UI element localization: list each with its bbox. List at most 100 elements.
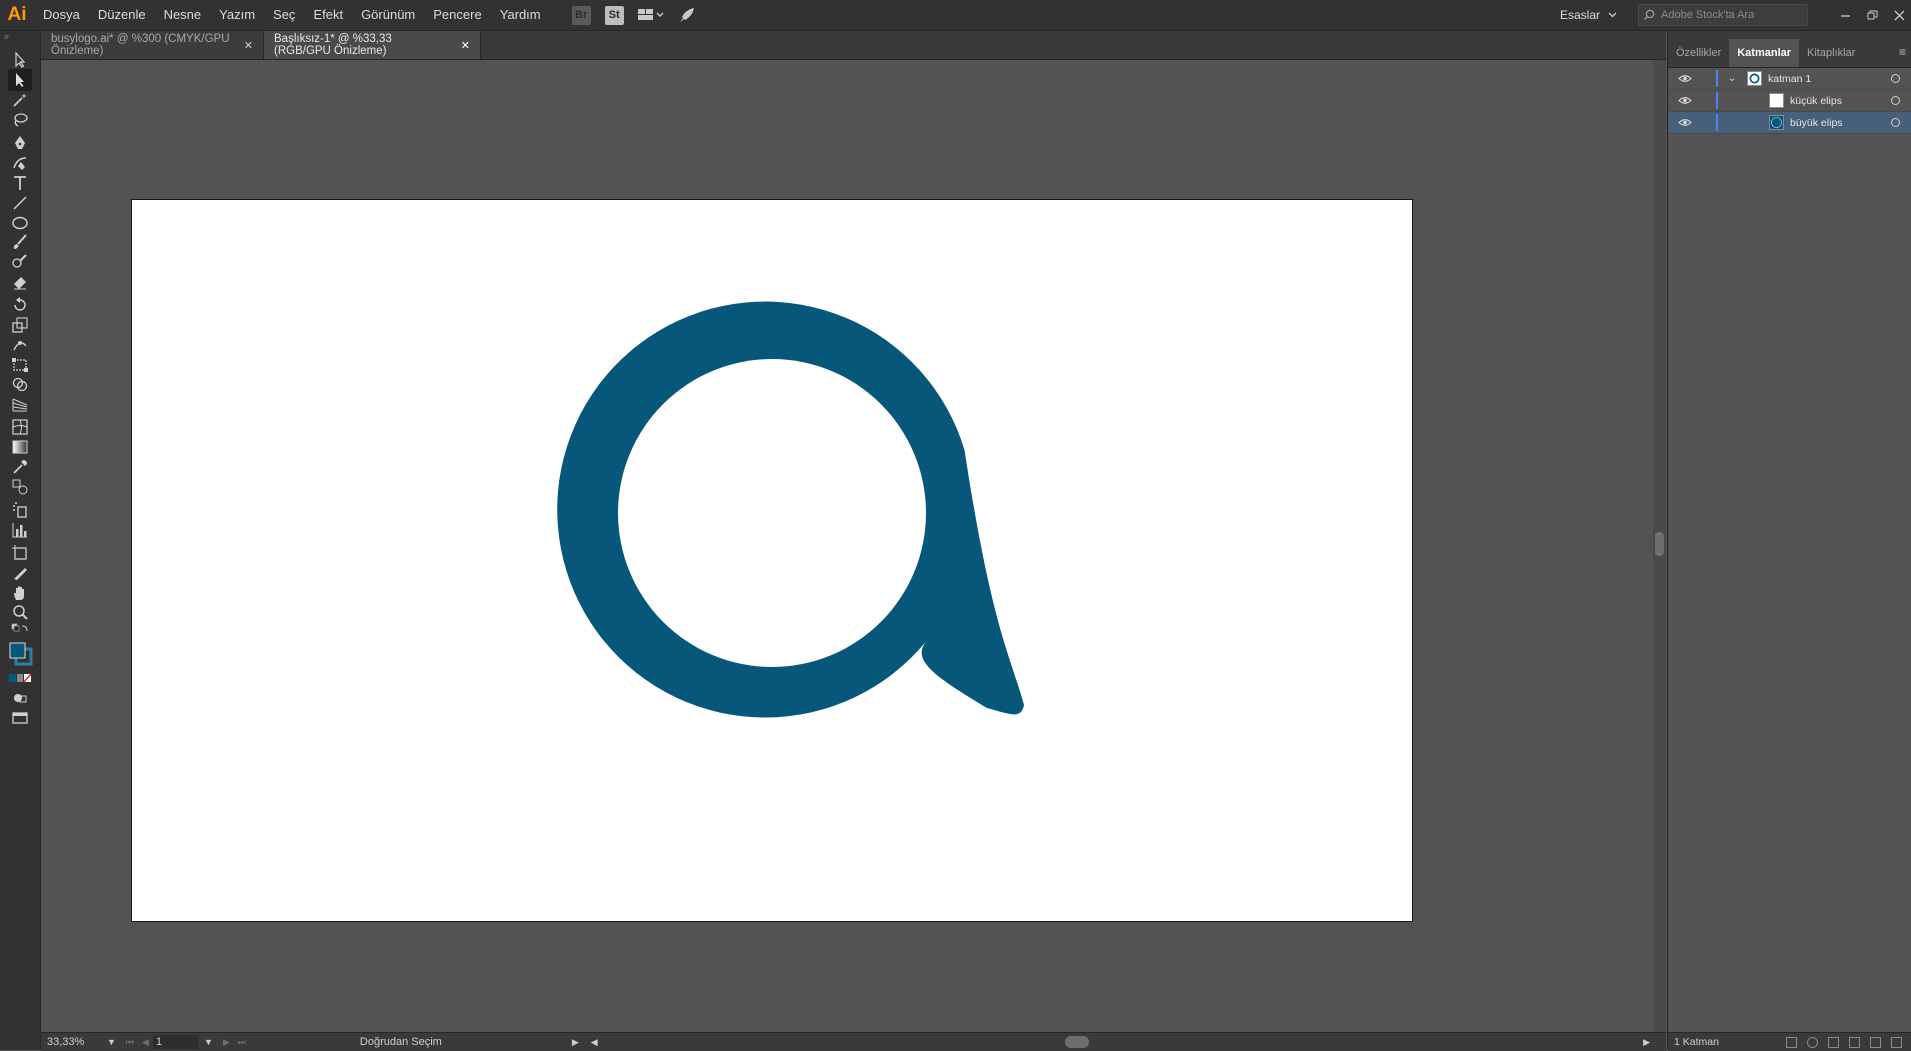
next-artboard-icon[interactable]: ▶ (223, 1037, 230, 1048)
eye-icon[interactable] (1678, 118, 1692, 128)
shaper-tool[interactable] (8, 251, 32, 273)
tab-ozellikler[interactable]: Özellikler (1668, 39, 1729, 67)
new-layer-icon[interactable] (1870, 1036, 1881, 1048)
artboard-tool[interactable] (8, 542, 32, 564)
toolbar-grip[interactable]: » (0, 31, 40, 41)
locate-object-icon[interactable] (1807, 1036, 1818, 1048)
chevron-down-icon[interactable]: ⌄ (1728, 73, 1736, 84)
tab-basliksiz-label: Başlıksız-1* @ %33,33 (RGB/GPU Önizleme) (274, 33, 392, 57)
restore-icon[interactable] (1867, 10, 1878, 21)
puppet-warp-tool[interactable] (8, 334, 32, 356)
menu-yazim[interactable]: Yazım (210, 0, 264, 30)
fill-stroke-swatches[interactable] (8, 641, 34, 667)
new-sublayer-icon[interactable] (1849, 1036, 1860, 1048)
artboard-number-field[interactable]: 1 (152, 1035, 198, 1049)
speech-bubble-logo[interactable] (132, 200, 1412, 921)
line-tool[interactable] (8, 192, 32, 214)
scroll-right-icon[interactable]: ▶ (1643, 1037, 1650, 1048)
layer-row-kucuk-elips[interactable]: küçük elips (1668, 90, 1911, 112)
kucuk-elips-shape[interactable] (618, 359, 926, 667)
fill-stroke-icon (9, 642, 33, 666)
close-icon[interactable]: ✕ (244, 39, 253, 52)
pen-icon (15, 136, 25, 149)
puppet-warp-icon (13, 341, 27, 351)
target-circle-icon[interactable] (1891, 118, 1900, 127)
zoom-tool[interactable] (8, 602, 32, 624)
shape-builder-tool[interactable] (8, 374, 32, 396)
last-artboard-icon[interactable]: ⏭ (238, 1037, 246, 1048)
eyedropper-tool[interactable] (8, 456, 32, 478)
clipping-mask-icon[interactable] (1828, 1036, 1839, 1048)
menu-duzenle[interactable]: Düzenle (89, 0, 155, 30)
gpu-performance-button[interactable] (678, 6, 696, 24)
close-icon[interactable] (1894, 10, 1905, 21)
workspace-switcher[interactable]: Esaslar (1560, 0, 1617, 30)
hand-tool[interactable] (8, 582, 32, 604)
screen-mode-button[interactable] (8, 707, 32, 729)
minimize-icon[interactable] (1840, 10, 1851, 21)
layer-row-buyuk-elips[interactable]: büyük elips (1668, 112, 1911, 134)
free-transform-tool[interactable] (8, 354, 32, 376)
type-tool[interactable] (8, 172, 32, 194)
scroll-left-icon[interactable]: ◀ (591, 1037, 598, 1048)
stock-search-input[interactable]: Adobe Stock'ta Ara (1638, 4, 1808, 26)
mesh-icon (12, 419, 28, 435)
scale-tool[interactable] (8, 314, 32, 336)
zoom-level-field[interactable]: 33,33% (47, 1036, 101, 1048)
chevron-down-icon[interactable]: ▼ (107, 1037, 116, 1047)
menu-pencere[interactable]: Pencere (424, 0, 490, 30)
vertical-scroll-thumb[interactable] (1655, 532, 1664, 556)
eraser-tool[interactable] (8, 271, 32, 293)
menu-efekt[interactable]: Efekt (304, 0, 352, 30)
magic-wand-icon (13, 93, 27, 107)
selection-tool[interactable] (8, 49, 32, 71)
direct-selection-tool[interactable] (8, 69, 32, 91)
column-graph-tool[interactable] (8, 519, 32, 541)
paintbrush-tool[interactable] (8, 231, 32, 253)
canvas-area[interactable] (41, 60, 1653, 1032)
target-circle-icon[interactable] (1891, 96, 1900, 105)
eye-icon[interactable] (1678, 96, 1692, 106)
panel-menu-icon[interactable]: ≡ (1899, 45, 1906, 59)
layer-row-katman-1[interactable]: ⌄ katman 1 (1668, 68, 1911, 90)
status-menu-arrow-icon[interactable]: ▶ (572, 1037, 579, 1048)
artboard[interactable] (131, 199, 1413, 922)
tab-katmanlar[interactable]: Katmanlar (1729, 39, 1800, 67)
mesh-tool[interactable] (8, 416, 32, 438)
tab-busylogo[interactable]: busylogo.ai* @ %300 (CMYK/GPU Önizleme) … (41, 31, 264, 59)
magic-wand-tool[interactable] (8, 89, 32, 111)
perspective-grid-tool[interactable] (8, 394, 32, 416)
curvature-tool[interactable] (8, 152, 32, 174)
rotate-tool[interactable] (8, 294, 32, 316)
close-icon[interactable]: ✕ (461, 39, 470, 52)
target-circle-icon[interactable] (1891, 74, 1900, 83)
export-icon[interactable] (1786, 1036, 1797, 1048)
menu-nesne[interactable]: Nesne (155, 0, 211, 30)
eye-icon[interactable] (1678, 74, 1692, 84)
panel-grip[interactable] (1668, 31, 1911, 39)
previous-artboard-icon[interactable]: ◀ (142, 1037, 149, 1048)
menu-sec[interactable]: Seç (264, 0, 304, 30)
pen-tool[interactable] (8, 132, 32, 154)
arrange-documents-button[interactable] (637, 8, 664, 22)
trash-icon[interactable] (1891, 1036, 1902, 1048)
tab-basliksiz[interactable]: Başlıksız-1* @ %33,33 (RGB/GPU Önizleme)… (264, 31, 481, 59)
bridge-button[interactable]: Br (571, 5, 591, 25)
menu-yardim[interactable]: Yardım (491, 0, 550, 30)
symbol-sprayer-tool[interactable] (8, 499, 32, 521)
menu-gorunum[interactable]: Görünüm (352, 0, 424, 30)
drawing-mode-button[interactable] (8, 687, 32, 709)
menu-dosya[interactable]: Dosya (34, 0, 89, 30)
color-mode-buttons[interactable] (8, 671, 32, 685)
tab-kitapliklar[interactable]: Kitaplıklar (1799, 39, 1863, 67)
stock-button[interactable]: St (604, 5, 624, 25)
blend-tool[interactable] (8, 476, 32, 498)
slice-tool[interactable] (8, 562, 32, 584)
vertical-scrollbar[interactable] (1653, 60, 1666, 1032)
gradient-tool[interactable] (8, 436, 32, 458)
default-colors-swap[interactable] (8, 623, 32, 639)
chevron-down-icon[interactable]: ▼ (204, 1037, 213, 1047)
horizontal-scroll-thumb[interactable] (1065, 1036, 1089, 1048)
lasso-tool[interactable] (8, 109, 32, 131)
first-artboard-icon[interactable]: ⏮ (126, 1037, 134, 1048)
